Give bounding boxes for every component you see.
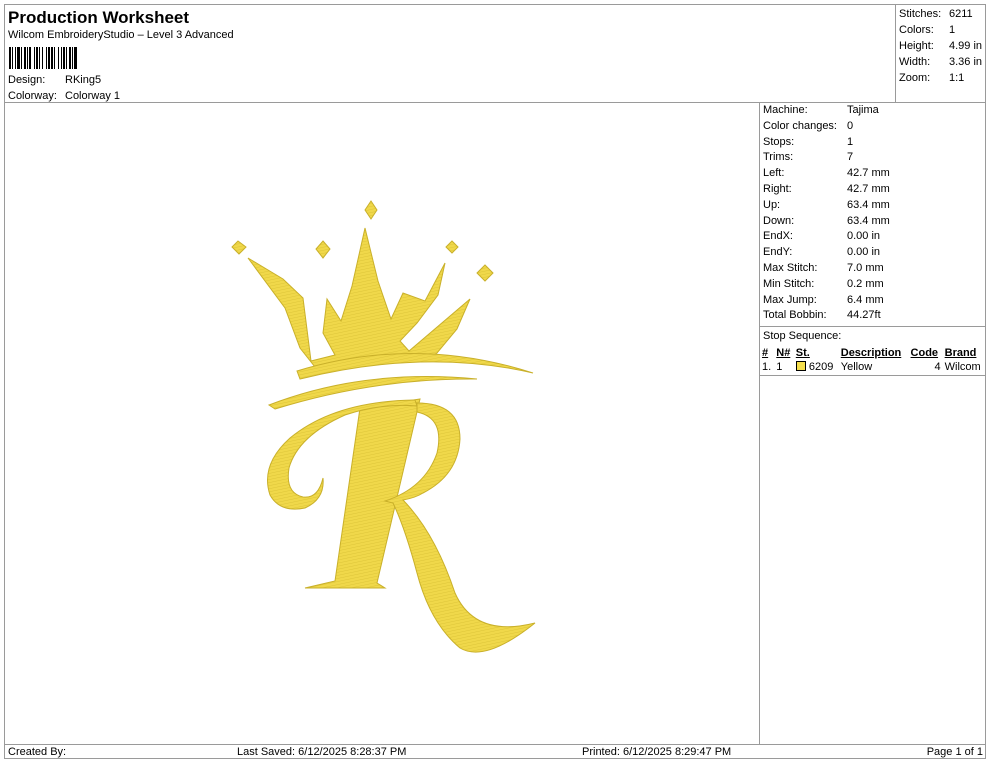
colorway-row: Colorway: Colorway 1 [8,90,120,102]
barcode [9,47,130,69]
colorway-label: Colorway: [8,90,57,102]
page-title: Production Worksheet [8,8,190,27]
stop-number: 1. [762,361,772,374]
machine-info-row: Total Bobbin: 44.27ft [760,308,986,324]
summary-row: Colors: 1 [896,23,986,39]
stop-sequence: Stop Sequence: # N# St. Description Code… [760,326,986,376]
machine-info-row: EndY: 0.00 in [760,245,986,261]
design-value: RKing5 [65,74,102,86]
table-header-row: # N# St. Description Code Brand [760,345,986,360]
machine-info-row: Min Stitch: 0.2 mm [760,277,986,293]
machine-info-value: 42.7 mm [847,167,890,180]
machine-info-value: 0.2 mm [847,277,884,290]
machine-info-value: 63.4 mm [847,198,890,211]
machine-info-value: 1 [847,135,854,148]
machine-info-label: Left: [763,167,785,180]
machine-info-row: EndX: 0.00 in [760,229,986,245]
column-header: N# [776,346,791,359]
column-header: Code [910,346,939,359]
machine-info-value: 0.00 in [847,246,881,259]
machine-info-label: Color changes: [763,119,837,132]
printed-date: Printed: 6/12/2025 8:29:47 PM [582,746,732,758]
machine-info-row: Right: 42.7 mm [760,182,986,198]
stitch-count-cell: 6209 [794,360,839,375]
worksheet: Production Worksheet Wilcom EmbroiderySt… [4,4,986,759]
machine-info-label: Right: [763,182,792,195]
last-saved: Last Saved: 6/12/2025 8:28:37 PM [237,746,407,758]
machine-info-value: 6.4 mm [847,293,884,306]
thread-brand: Wilcom [944,361,981,374]
summary-label: Colors: [899,24,934,36]
summary-value: 6211 [949,8,973,20]
worksheet-header: Production Worksheet Wilcom EmbroiderySt… [5,5,896,103]
summary-value: 4.99 in [949,40,983,52]
machine-info-value: 42.7 mm [847,182,890,195]
machine-info-row: Max Stitch: 7.0 mm [760,261,986,277]
machine-info-row: Max Jump: 6.4 mm [760,293,986,309]
machine-info-row: Color changes: 0 [760,119,986,135]
machine-info-value: Tajima [847,104,879,116]
summary-value: 1:1 [949,72,965,84]
summary-label: Zoom: [899,72,931,84]
machine-info-value: 7.0 mm [847,261,884,274]
machine-info-label: EndY: [763,246,793,259]
machine-info-value: 0 [847,119,854,132]
machine-info-label: Max Stitch: [763,261,818,274]
color-swatch [795,361,806,372]
design-canvas [5,103,760,744]
machine-info-panel: Machine: Tajima Color changes: 0 Stops: 1 Trim… [760,103,986,744]
column-header: St. [795,346,810,359]
machine-info-value: 7 [847,151,854,164]
machine-info-row: Machine: Tajima [760,103,986,119]
design-label: Design: [8,74,46,86]
stitch-count: 6209 [808,361,834,374]
created-by: Created By: [8,746,67,758]
summary-value: 1 [949,24,956,36]
summary-row: Zoom: 1:1 [896,71,986,87]
thread-description: Yellow [840,361,873,374]
machine-info-label: Min Stitch: [763,277,815,290]
machine-info-label: Machine: [763,104,808,116]
summary-row: Width: 3.36 in [896,55,986,71]
machine-info-row: Up: 63.4 mm [760,198,986,214]
thread-code: 4 [934,361,941,374]
colorway-value: Colorway 1 [65,90,121,102]
column-header: Description [840,346,902,359]
machine-info-label: Stops: [763,135,795,148]
machine-info-label: Up: [763,198,781,211]
needle-number: 1 [776,361,783,374]
machine-info-label: Max Jump: [763,293,817,306]
column-header: # [762,346,769,359]
summary-label: Stitches: [899,8,942,20]
machine-info-row: Stops: 1 [760,135,986,151]
design-row: Design: RKing5 [8,74,101,86]
machine-info-value: 44.27ft [847,309,881,322]
table-row: 1. 1 6209 Yellow 4 Wilcom [760,360,986,375]
summary-value: 3.36 in [949,56,983,68]
machine-info-label: Trims: [763,151,794,164]
machine-info-row: Left: 42.7 mm [760,166,986,182]
machine-info-value: 0.00 in [847,230,881,243]
machine-info-label: Total Bobbin: [763,309,827,322]
stop-sequence-table: # N# St. Description Code Brand 1. 1 620… [760,345,986,376]
software-name: Wilcom EmbroideryStudio – Level 3 Advanc… [8,29,234,41]
summary-row: Stitches: 6211 [896,7,986,23]
machine-info-value: 63.4 mm [847,214,890,227]
machine-info-label: EndX: [763,230,793,243]
page-number: Page 1 of 1 [926,746,983,758]
column-header: Brand [944,346,977,359]
stop-sequence-title: Stop Sequence: [763,330,842,343]
summary-row: Height: 4.99 in [896,39,986,55]
barcode-bar [77,47,78,69]
machine-info-row: Trims: 7 [760,150,986,166]
machine-info-row: Down: 63.4 mm [760,214,986,230]
summary-panel: Stitches: 6211 Colors: 1 Height: 4.99 in Wi… [895,5,986,103]
machine-info-list: Machine: Tajima Color changes: 0 Stops: 1 Trim… [760,103,986,324]
crowned-letter-r-embroidery-icon [231,200,536,653]
summary-label: Height: [899,40,934,52]
machine-info-label: Down: [763,214,795,227]
summary-label: Width: [899,56,931,68]
worksheet-footer: Created By: Last Saved: 6/12/2025 8:28:3… [5,744,986,759]
